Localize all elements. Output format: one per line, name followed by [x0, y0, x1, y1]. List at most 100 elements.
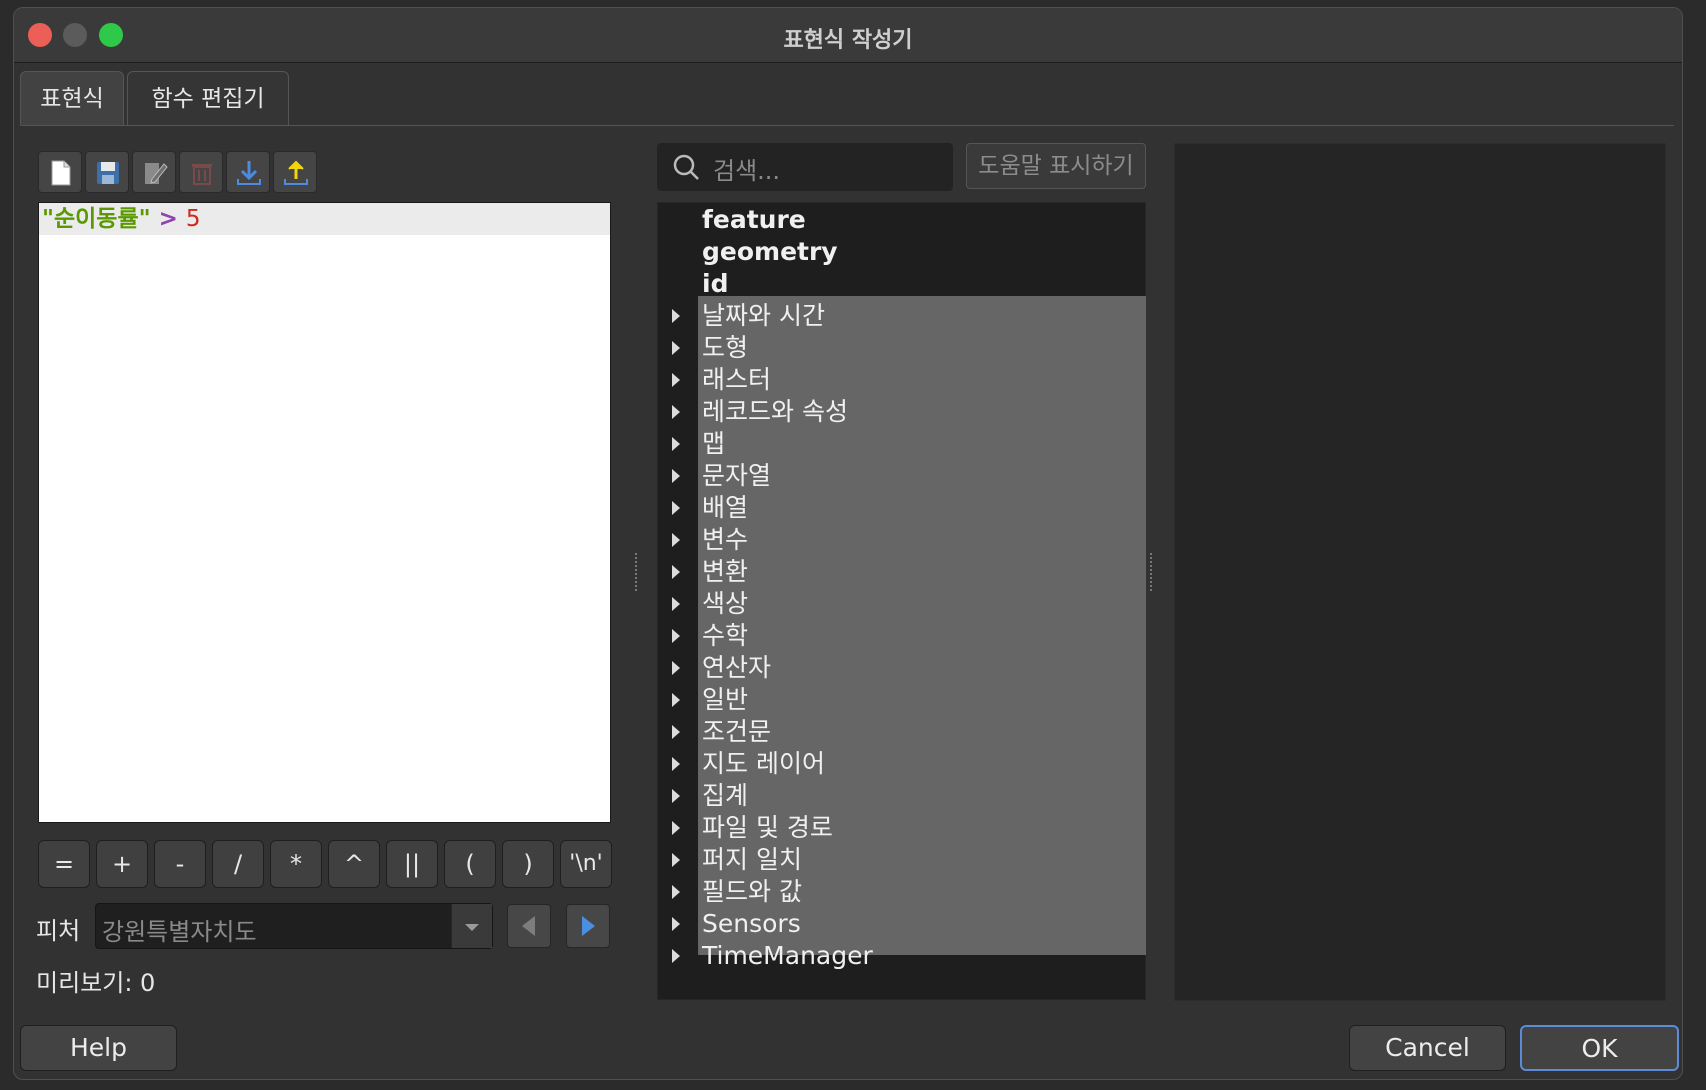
tree-item-0[interactable]: feature: [702, 204, 806, 236]
right-splitter-handle[interactable]: [1150, 553, 1155, 591]
operator-close-paren-button[interactable]: ): [502, 840, 554, 888]
expand-arrow-icon[interactable]: [672, 373, 680, 387]
tree-group-8[interactable]: 변환: [702, 556, 748, 588]
expand-arrow-icon[interactable]: [672, 821, 680, 835]
preview-value: 0: [140, 969, 156, 997]
expand-arrow-icon[interactable]: [672, 853, 680, 867]
expand-arrow-icon[interactable]: [672, 597, 680, 611]
tree-group-16[interactable]: 파일 및 경로: [702, 812, 833, 844]
chevron-down-icon: [465, 924, 479, 931]
field-token: "순이동률": [42, 206, 151, 232]
new-file-button[interactable]: [38, 151, 82, 193]
operator-token: >: [158, 206, 178, 232]
tree-group-7[interactable]: 변수: [702, 524, 748, 556]
operator-minus-button[interactable]: -: [154, 840, 206, 888]
tree-group-15[interactable]: 집계: [702, 780, 748, 812]
next-feature-button[interactable]: [566, 904, 610, 948]
help-pane: [1174, 143, 1666, 1001]
show-help-button[interactable]: 도움말 표시하기: [966, 143, 1146, 189]
expand-arrow-icon[interactable]: [672, 661, 680, 675]
expand-arrow-icon[interactable]: [672, 533, 680, 547]
save-button[interactable]: [85, 151, 129, 193]
operator-equals-button[interactable]: =: [38, 840, 90, 888]
feature-selected-value: 강원특별자치도: [102, 918, 257, 946]
operator-concat-button[interactable]: ||: [386, 840, 438, 888]
operator-open-paren-button[interactable]: (: [444, 840, 496, 888]
help-button[interactable]: Help: [20, 1025, 177, 1071]
expand-arrow-icon[interactable]: [672, 725, 680, 739]
expand-arrow-icon[interactable]: [672, 693, 680, 707]
operator-power-button[interactable]: ^: [328, 840, 380, 888]
window-title: 표현식 작성기: [783, 28, 913, 53]
expand-arrow-icon[interactable]: [672, 501, 680, 515]
import-button[interactable]: [226, 151, 270, 193]
title-bar: 표현식 작성기: [14, 8, 1682, 63]
arrow-left-icon: [522, 916, 535, 936]
search-placeholder: 검색...: [713, 157, 781, 185]
operator-multiply-button[interactable]: *: [270, 840, 322, 888]
tree-group-6[interactable]: 배열: [702, 492, 748, 524]
cancel-button[interactable]: Cancel: [1349, 1025, 1506, 1071]
expand-arrow-icon[interactable]: [672, 309, 680, 323]
tree-group-10[interactable]: 수학: [702, 620, 748, 652]
operator-plus-button[interactable]: +: [96, 840, 148, 888]
arrow-right-icon: [582, 916, 595, 936]
tree-group-11[interactable]: 연산자: [702, 652, 771, 684]
tree-group-13[interactable]: 조건문: [702, 716, 771, 748]
left-splitter-handle[interactable]: [635, 553, 640, 591]
tree-item-1[interactable]: geometry: [702, 236, 838, 268]
preview-label: 미리보기: 0: [36, 963, 155, 998]
tree-group-4[interactable]: 맵: [702, 428, 725, 460]
delete-button[interactable]: [179, 151, 223, 193]
preview-label-text: 미리보기:: [36, 969, 133, 997]
tree-group-18[interactable]: 필드와 값: [702, 876, 802, 908]
expand-arrow-icon[interactable]: [672, 885, 680, 899]
operator-newline-button[interactable]: '\n': [560, 840, 612, 888]
tab-expression[interactable]: 표현식: [20, 71, 124, 126]
feature-dropdown-toggle[interactable]: [451, 904, 492, 948]
expand-arrow-icon[interactable]: [672, 341, 680, 355]
tree-group-9[interactable]: 색상: [702, 588, 748, 620]
tree-group-12[interactable]: 일반: [702, 684, 748, 716]
tree-group-0[interactable]: 날짜와 시간: [702, 300, 825, 332]
tree-group-17[interactable]: 퍼지 일치: [702, 844, 802, 876]
expand-arrow-icon[interactable]: [672, 949, 680, 963]
function-tree[interactable]: feature geometry id 날짜와 시간 도형 래스터 레코드와 속성 맵 문자열 배…: [657, 202, 1146, 1000]
tree-group-3[interactable]: 레코드와 속성: [702, 396, 848, 428]
new-file-icon: [51, 160, 71, 186]
expand-arrow-icon[interactable]: [672, 789, 680, 803]
expression-editor[interactable]: "순이동률" > 5: [38, 202, 611, 823]
export-button[interactable]: [273, 151, 317, 193]
edit-icon: [145, 163, 168, 184]
expand-arrow-icon[interactable]: [672, 565, 680, 579]
operator-divide-button[interactable]: /: [212, 840, 264, 888]
tree-group-19[interactable]: Sensors: [702, 908, 801, 940]
expand-arrow-icon[interactable]: [672, 405, 680, 419]
expression-line: "순이동률" > 5: [39, 203, 610, 235]
expand-arrow-icon[interactable]: [672, 917, 680, 931]
previous-feature-button[interactable]: [507, 904, 551, 948]
expand-arrow-icon[interactable]: [672, 757, 680, 771]
tree-item-2[interactable]: id: [702, 268, 728, 300]
save-icon: [97, 162, 119, 184]
tree-group-1[interactable]: 도형: [702, 332, 748, 364]
search-box[interactable]: 검색...: [657, 143, 953, 191]
tree-group-2[interactable]: 래스터: [702, 364, 771, 396]
number-token: 5: [185, 206, 201, 232]
tab-function-editor[interactable]: 함수 편집기: [127, 71, 289, 126]
import-icon: [237, 161, 261, 185]
ok-button[interactable]: OK: [1520, 1025, 1679, 1071]
export-icon: [284, 160, 308, 185]
expand-arrow-icon[interactable]: [672, 629, 680, 643]
feature-label: 피처: [36, 917, 81, 945]
tree-group-5[interactable]: 문자열: [702, 460, 771, 492]
search-icon: [673, 154, 699, 180]
feature-combobox[interactable]: 강원특별자치도: [95, 903, 493, 949]
expression-builder-window: 표현식 작성기 표현식 함수 편집기 "순이동률" > 5 = + - / * …: [13, 7, 1683, 1080]
expand-arrow-icon[interactable]: [672, 469, 680, 483]
tree-group-14[interactable]: 지도 레이어: [702, 748, 825, 780]
tree-group-20[interactable]: TimeManager: [702, 940, 873, 972]
delete-icon: [192, 164, 212, 185]
expand-arrow-icon[interactable]: [672, 437, 680, 451]
edit-button[interactable]: [132, 151, 176, 193]
